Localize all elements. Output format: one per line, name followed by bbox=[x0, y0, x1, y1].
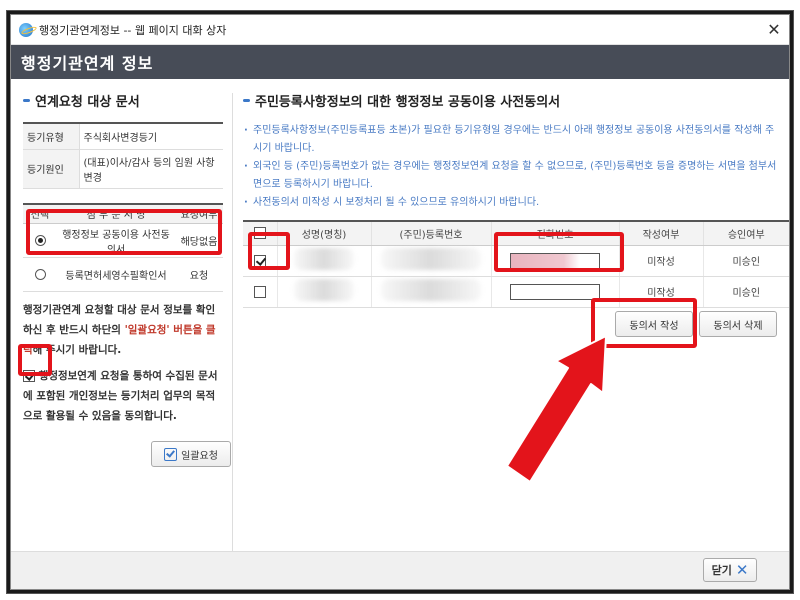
table-row: 미작성 미승인 bbox=[243, 276, 789, 308]
bulk-request-button[interactable]: 일괄요청 bbox=[151, 441, 231, 467]
table-row: 등기유형 주식회사변경등기 bbox=[23, 123, 223, 150]
window-titlebar: 행정기관연계정보 -- 웹 페이지 대화 상자 ✕ bbox=[11, 15, 789, 45]
consent-text: 행정정보연계 요청을 통하여 수집된 문서에 포함된 개인정보는 등기처리 업무… bbox=[23, 370, 218, 422]
info-value: (대표)이사/감사 등의 임원 사항 변경 bbox=[79, 149, 223, 189]
guide-line: 외국인 등 (주민)등록번호가 없는 경우에는 행정정보연계 요청을 할 수 없… bbox=[243, 158, 777, 194]
col-header-write-status: 작성여부 bbox=[619, 221, 704, 246]
check-square-icon bbox=[164, 447, 178, 461]
info-key: 등기유형 bbox=[23, 123, 80, 150]
doc-radio-tax-receipt[interactable] bbox=[34, 268, 46, 280]
page-title: 행정기관연계 정보 bbox=[21, 54, 154, 73]
approve-status: 미승인 bbox=[703, 276, 789, 308]
doc-name: 행정정보 공동이용 사전동의서 bbox=[57, 223, 175, 258]
window-title: 행정기관연계정보 -- 웹 페이지 대화 상자 bbox=[39, 23, 227, 37]
left-section-title: 연계요청 대상 문서 bbox=[23, 91, 223, 110]
window-close-icon[interactable]: ✕ bbox=[759, 15, 789, 45]
info-value: 주식회사변경등기 bbox=[79, 123, 223, 150]
col-header-approve-status: 승인여부 bbox=[703, 221, 789, 246]
close-x-icon: ✕ bbox=[735, 561, 749, 579]
left-panel: 연계요청 대상 문서 등기유형 주식회사변경등기 등기원인 (대표)이사/감사 … bbox=[23, 79, 231, 551]
panel-divider bbox=[232, 93, 233, 551]
doc-status: 해당없음 bbox=[175, 223, 223, 258]
row-checkbox[interactable] bbox=[253, 285, 266, 298]
table-row: 등기원인 (대표)이사/감사 등의 임원 사항 변경 bbox=[23, 149, 223, 189]
info-key: 등기원인 bbox=[23, 149, 80, 189]
person-table: 성명(명칭) (주민)등록번호 전화번호 작성여부 승인여부 미작성 미승인 미… bbox=[243, 220, 789, 308]
table-row: 행정정보 공동이용 사전동의서 해당없음 bbox=[23, 223, 223, 258]
consent-guide: 주민등록사항정보(주민등록표등 초본)가 필요한 등기유형일 경우에는 반드시 … bbox=[243, 122, 777, 212]
browser-icon bbox=[19, 22, 33, 37]
dialog-body: 연계요청 대상 문서 등기유형 주식회사변경등기 등기원인 (대표)이사/감사 … bbox=[11, 79, 789, 551]
delete-consent-button[interactable]: 동의서 삭제 bbox=[699, 311, 777, 337]
col-header-docname: 첨 부 문 서 명 bbox=[57, 203, 175, 224]
write-status: 미작성 bbox=[619, 245, 704, 277]
approve-status: 미승인 bbox=[703, 245, 789, 277]
bulk-request-label: 일괄요청 bbox=[181, 450, 218, 462]
consent-checkbox[interactable] bbox=[23, 370, 35, 382]
phone-input[interactable] bbox=[510, 283, 600, 300]
guide-line: 주민등록사항정보(주민등록표등 초본)가 필요한 등기유형일 경우에는 반드시 … bbox=[243, 122, 777, 158]
reg-number-redacted bbox=[381, 279, 481, 301]
col-header-select: 선택 bbox=[23, 203, 57, 224]
dialog-window: 행정기관연계정보 -- 웹 페이지 대화 상자 ✕ 행정기관연계 정보 연계요청… bbox=[10, 14, 790, 590]
document-table: 선택 첨 부 문 서 명 요청여부 행정정보 공동이용 사전동의서 해당없음 등… bbox=[23, 202, 223, 292]
right-section-title: 주민등록사항정보의 대한 행정정보 공동이용 사전동의서 bbox=[243, 91, 777, 110]
page-header: 행정기관연계 정보 bbox=[11, 45, 789, 79]
reg-number-redacted bbox=[381, 248, 481, 270]
name-redacted bbox=[294, 279, 354, 301]
registration-info-table: 등기유형 주식회사변경등기 등기원인 (대표)이사/감사 등의 임원 사항 변경 bbox=[23, 122, 223, 189]
col-header-name: 성명(명칭) bbox=[277, 221, 372, 246]
write-status: 미작성 bbox=[619, 276, 704, 308]
close-label: 닫기 bbox=[711, 564, 732, 577]
select-all-checkbox[interactable] bbox=[253, 227, 266, 240]
guide-line: 사전동의서 미작성 시 보정처리 될 수 있으므로 유의하시기 바랍니다. bbox=[243, 194, 777, 212]
write-consent-button[interactable]: 동의서 작성 bbox=[615, 311, 693, 337]
dialog-footer: 닫기 ✕ bbox=[11, 551, 789, 589]
close-button[interactable]: 닫기 ✕ bbox=[703, 558, 757, 582]
table-row: 미작성 미승인 bbox=[243, 245, 789, 277]
col-header-reg-number: (주민)등록번호 bbox=[371, 221, 492, 246]
col-header-phone: 전화번호 bbox=[491, 221, 620, 246]
table-row: 등록면허세영수필확인서 요청 bbox=[23, 257, 223, 292]
doc-status: 요청 bbox=[175, 257, 223, 292]
consent-block: 행정정보연계 요청을 통하여 수집된 문서에 포함된 개인정보는 등기처리 업무… bbox=[23, 366, 223, 426]
doc-name: 등록면허세영수필확인서 bbox=[57, 257, 175, 292]
bulk-request-notice: 행정기관연계 요청할 대상 문서 정보를 확인하신 후 반드시 하단의 '일괄요… bbox=[23, 300, 223, 360]
consent-actions: 동의서 작성 동의서 삭제 bbox=[615, 311, 777, 337]
doc-radio-consent[interactable] bbox=[34, 234, 46, 246]
notice-text-end: 해 주시기 바랍니다. bbox=[32, 344, 122, 356]
phone-input[interactable] bbox=[510, 252, 600, 269]
row-checkbox[interactable] bbox=[253, 254, 266, 267]
col-header-request-status: 요청여부 bbox=[175, 203, 223, 224]
right-panel: 주민등록사항정보의 대한 행정정보 공동이용 사전동의서 주민등록사항정보(주민… bbox=[243, 79, 789, 551]
name-redacted bbox=[294, 248, 354, 270]
